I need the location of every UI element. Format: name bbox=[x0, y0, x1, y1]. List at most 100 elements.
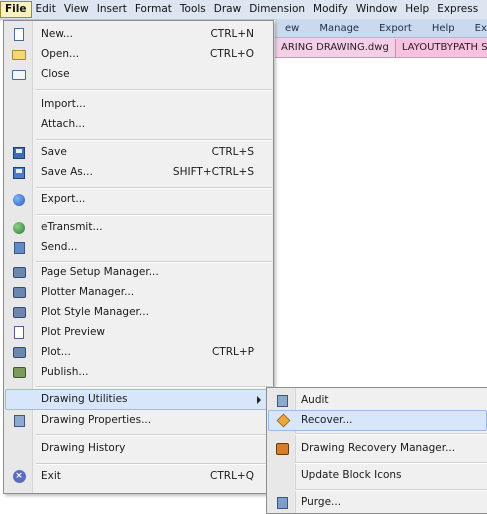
recovery-manager-icon bbox=[275, 442, 289, 455]
menu-item-label: Drawing Utilities bbox=[41, 393, 128, 405]
publish-icon bbox=[12, 367, 26, 378]
menu-tools[interactable]: Tools bbox=[176, 1, 210, 18]
menu-item-plot[interactable]: Plot... CTRL+P bbox=[5, 343, 272, 362]
submenu-item-drawing-recovery-manager[interactable]: Drawing Recovery Manager... bbox=[268, 439, 487, 458]
menu-edit[interactable]: Edit bbox=[32, 1, 60, 18]
menu-item-shortcut: CTRL+S bbox=[211, 146, 254, 158]
menu-item-label: Attach... bbox=[41, 118, 86, 130]
menu-item-label: Publish... bbox=[41, 366, 89, 378]
plot-icon bbox=[12, 347, 26, 358]
menu-item-shortcut: CTRL+O bbox=[210, 48, 254, 60]
close-folder-icon bbox=[12, 69, 26, 80]
plot-preview-icon bbox=[14, 326, 24, 339]
menu-separator bbox=[295, 433, 487, 435]
menu-item-label: Save bbox=[41, 146, 67, 158]
menu-item-exit[interactable]: × Exit CTRL+Q bbox=[5, 467, 272, 486]
menu-help[interactable]: Help bbox=[401, 1, 433, 18]
menu-item-label: Save As... bbox=[41, 166, 93, 178]
ribbon-tab-express[interactable]: Ex bbox=[465, 23, 487, 34]
new-document-icon bbox=[14, 28, 24, 41]
menu-item-drawing-history[interactable]: Drawing History bbox=[5, 439, 272, 458]
submenu-item-update-block-icons[interactable]: Update Block Icons bbox=[268, 466, 487, 485]
menu-item-shortcut: CTRL+P bbox=[211, 346, 254, 358]
menu-item-page-setup-manager[interactable]: Page Setup Manager... bbox=[5, 263, 272, 282]
menu-item-export[interactable]: Export... bbox=[5, 190, 272, 209]
menu-insert[interactable]: Insert bbox=[93, 1, 131, 18]
menu-item-label: Page Setup Manager... bbox=[41, 266, 159, 278]
menu-view[interactable]: View bbox=[60, 1, 93, 18]
menu-item-shortcut: SHIFT+CTRL+S bbox=[172, 166, 254, 178]
menu-item-etransmit[interactable]: eTransmit... bbox=[5, 218, 272, 237]
menu-item-close[interactable]: Close bbox=[5, 65, 272, 84]
menu-format[interactable]: Format bbox=[131, 1, 176, 18]
menu-item-shortcut: CTRL+N bbox=[210, 28, 254, 40]
export-icon bbox=[13, 193, 25, 206]
menu-item-label: Plot Preview bbox=[41, 326, 105, 338]
menu-item-plotter-manager[interactable]: Plotter Manager... bbox=[5, 283, 272, 302]
save-as-icon bbox=[13, 166, 25, 179]
menu-separator bbox=[36, 463, 272, 465]
plot-style-icon bbox=[12, 307, 26, 318]
submenu-item-label: Drawing Recovery Manager... bbox=[301, 442, 456, 454]
menu-bar: File Edit View Insert Format Tools Draw … bbox=[0, 0, 487, 20]
submenu-item-purge[interactable]: Purge... bbox=[268, 493, 487, 512]
menu-item-send[interactable]: Send... bbox=[5, 238, 272, 257]
menu-separator bbox=[295, 462, 487, 464]
menu-item-drawing-utilities[interactable]: Drawing Utilities bbox=[5, 389, 272, 410]
menu-dimension[interactable]: Dimension bbox=[245, 1, 309, 18]
send-icon bbox=[13, 241, 25, 254]
menu-separator bbox=[36, 386, 272, 388]
menu-item-label: Drawing History bbox=[41, 442, 126, 454]
exit-icon: × bbox=[12, 470, 26, 483]
plotter-manager-icon bbox=[12, 287, 26, 298]
menu-draw[interactable]: Draw bbox=[210, 1, 245, 18]
file-tab-layoutbypath[interactable]: LAYOUTBYPATH SAMP bbox=[394, 38, 487, 57]
menu-item-new[interactable]: New... CTRL+N bbox=[5, 25, 272, 44]
menu-separator bbox=[36, 89, 272, 91]
menu-item-label: Exit bbox=[41, 470, 61, 482]
etransmit-icon bbox=[13, 221, 25, 234]
submenu-arrow-icon bbox=[257, 396, 261, 404]
menu-separator bbox=[36, 139, 272, 141]
submenu-item-label: Audit bbox=[301, 394, 329, 406]
submenu-item-label: Recover... bbox=[301, 414, 353, 426]
menu-window[interactable]: Window bbox=[352, 1, 401, 18]
menu-separator bbox=[36, 214, 272, 216]
menu-item-save-as[interactable]: Save As... SHIFT+CTRL+S bbox=[5, 163, 272, 182]
ribbon-tab-manage[interactable]: Manage bbox=[309, 23, 369, 34]
menu-item-shortcut: CTRL+Q bbox=[210, 470, 254, 482]
menu-modify[interactable]: Modify bbox=[309, 1, 352, 18]
menu-item-attach[interactable]: Attach... bbox=[5, 115, 272, 134]
menu-file[interactable]: File bbox=[0, 1, 32, 18]
ribbon-tab-help[interactable]: Help bbox=[422, 23, 465, 34]
menu-item-label: Drawing Properties... bbox=[41, 414, 152, 426]
file-menu-dropdown: New... CTRL+N Open... CTRL+O Close Impor… bbox=[3, 20, 274, 494]
drawing-utilities-submenu: Audit Recover... Drawing Recovery Manage… bbox=[266, 387, 487, 514]
menu-item-label: Open... bbox=[41, 48, 80, 60]
ribbon-tab-bar: ew Manage Export Help Ex bbox=[275, 19, 487, 38]
open-folder-icon bbox=[12, 49, 26, 60]
file-tab-bar: ARING DRAWING.dwg LAYOUTBYPATH SAMP bbox=[275, 38, 487, 58]
ribbon-tab-export[interactable]: Export bbox=[369, 23, 422, 34]
menu-item-import[interactable]: Import... bbox=[5, 95, 272, 114]
page-setup-icon bbox=[12, 267, 26, 278]
menu-separator bbox=[295, 489, 487, 491]
menu-item-label: Send... bbox=[41, 241, 78, 253]
menu-item-save[interactable]: Save CTRL+S bbox=[5, 143, 272, 162]
menu-item-plot-preview[interactable]: Plot Preview bbox=[5, 323, 272, 342]
menu-express[interactable]: Express bbox=[433, 1, 482, 18]
menu-item-publish[interactable]: Publish... bbox=[5, 363, 272, 382]
menu-item-label: eTransmit... bbox=[41, 221, 103, 233]
submenu-item-audit[interactable]: Audit bbox=[268, 391, 487, 410]
submenu-item-recover[interactable]: Recover... bbox=[268, 410, 487, 431]
ribbon-tab-view[interactable]: ew bbox=[275, 23, 309, 34]
menu-item-label: Import... bbox=[41, 98, 86, 110]
menu-item-drawing-properties[interactable]: Drawing Properties... bbox=[5, 411, 272, 430]
menu-item-plot-style-manager[interactable]: Plot Style Manager... bbox=[5, 303, 272, 322]
file-tab-drawing[interactable]: ARING DRAWING.dwg bbox=[275, 42, 395, 53]
menu-item-label: Plotter Manager... bbox=[41, 286, 135, 298]
menu-item-label: Export... bbox=[41, 193, 86, 205]
menu-item-label: Close bbox=[41, 68, 70, 80]
save-icon bbox=[13, 146, 25, 159]
menu-item-open[interactable]: Open... CTRL+O bbox=[5, 45, 272, 64]
